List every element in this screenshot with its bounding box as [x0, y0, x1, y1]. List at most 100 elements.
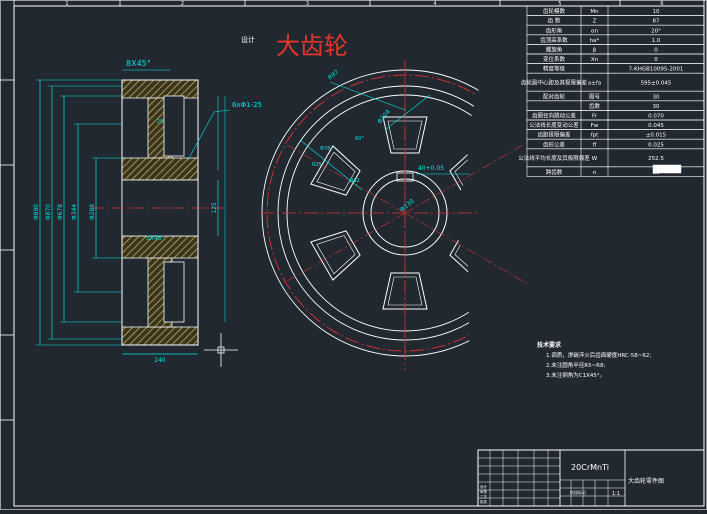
front-dim-hole: Φ78 [320, 146, 330, 152]
param-symbol: Mn [590, 9, 599, 15]
tech-item: 3.未注倒角为C1X45°。 [546, 371, 605, 379]
param-value: ±0.015 [646, 133, 667, 139]
dim-text-d_web_outer: Φ678 [57, 204, 64, 220]
param-symbol: n [593, 170, 597, 176]
front-spoke-centerline [404, 142, 527, 214]
front-view: R97Φ204R2560°Φ78R3240+0.05Φ130 [260, 60, 527, 370]
param-value: 87 [653, 19, 660, 25]
param-name: 公法线平均长度及其极限偏差 [518, 154, 590, 162]
dim-text-width: 240 [154, 357, 166, 364]
tb-role: 设计 [480, 484, 488, 489]
param-symbol: Fr [592, 114, 598, 120]
parameter-table: 齿轮模数 Mn 10 齿 数 Z 87 齿形角 αn 20° 齿顶高系数 ha* 1.0 螺旋角 β 0 变位… [518, 5, 705, 177]
tb-role: 工艺 [480, 494, 488, 499]
rim-top-hatch [121, 79, 199, 99]
tb-sheet: 1:1 [612, 491, 620, 497]
param-name: 齿圈径向跳动公差 [532, 112, 577, 120]
front-dim-r25: R25 [312, 162, 322, 168]
dim-text-hub-len: 125 [211, 202, 218, 214]
param-symbol: Fw [591, 123, 599, 129]
param-symbol: Z [593, 19, 597, 25]
param-value: 0 [654, 57, 658, 63]
param-value: 7-KHGB10095-2001 [629, 67, 684, 73]
dim-text-web: 25 [157, 119, 163, 125]
zone-number: 4 [433, 1, 436, 7]
param-name: 配对齿轮 [543, 92, 566, 100]
drawing-title: 大齿轮 [276, 32, 348, 60]
hub-upper-hatch [121, 157, 199, 181]
tech-item: 1.调质，渗碳淬火后齿面硬度HRC-58~62; [546, 351, 651, 359]
param-value: 0.025 [648, 142, 664, 148]
drawing-tag: 设计 [241, 35, 255, 44]
title-block: 20CrMnTi 大齿轮零件图 1:1 阶段标记 设计审核工艺批准 [477, 449, 705, 507]
param-symbol: ff [593, 142, 597, 148]
zone-number: 1 [65, 1, 68, 7]
param-name: 齿距极限偏差 [537, 131, 571, 139]
holes-leader [187, 109, 231, 161]
side-section-view: Φ890 Φ870 Φ678 Φ344 Φ288 8X45° 5X45° 6xΦ1-25 240… [33, 59, 262, 364]
param-value: 0.070 [648, 114, 664, 120]
param-symbol: ha* [590, 38, 600, 44]
rim-bottom-hatch [121, 326, 199, 346]
dim-text-outer_dia: Φ890 [33, 204, 40, 220]
title-block-frame [477, 449, 705, 507]
param-value: 0 [654, 48, 658, 54]
drawing-svg: 1 2 3 4 5 6设计 大齿轮Φ890 Φ870 Φ678 Φ344 Φ2888X45°5X45… [0, 0, 707, 510]
tb-role: 批准 [480, 499, 488, 504]
param-symbol: Xn [591, 57, 599, 63]
tech-requirements: 技术要求 1.调质，渗碳淬火后齿面硬度HRC-58~62; 2.未注圆角半径R5~R… [537, 341, 651, 379]
front-dim-angle: 60° [355, 136, 364, 142]
param-name: 齿 数 [548, 17, 561, 25]
param-value: 30 [653, 94, 660, 100]
front-spoke-centerline [404, 212, 527, 284]
param-name: 齿轮模数 [543, 7, 566, 15]
param-value: 0.045 [648, 123, 664, 129]
param-name: 齿形角 [546, 26, 563, 34]
param-value: 10 [653, 9, 660, 15]
value-mask [652, 164, 682, 174]
zone-number: 2 [181, 1, 184, 7]
param-name: 螺旋角 [546, 46, 563, 54]
dim-text-d_web_inner: Φ344 [71, 204, 78, 220]
tb-drawing-name: 大齿轮零件图 [628, 477, 664, 485]
param-value: 30 [653, 104, 660, 110]
param-symbol: 齿数 [589, 102, 601, 110]
param-value: 20° [651, 28, 661, 34]
front-leader-3 [299, 139, 363, 191]
param-symbol: αn [591, 28, 599, 34]
zone-number: 3 [306, 1, 309, 7]
tb-role: 审核 [480, 489, 488, 494]
param-row [526, 100, 705, 111]
dim-chamfer-mid: 5X45° [146, 235, 165, 242]
param-symbol: 图号 [589, 92, 601, 100]
dim-text-d_hub: Φ288 [89, 204, 96, 220]
dim-text-d_root: Φ870 [45, 204, 52, 220]
param-name: 精度等级 [543, 65, 566, 73]
drawing-canvas[interactable]: 1 2 3 4 5 6 设计 大齿轮 Φ890 Φ870 Φ678 Φ344 Φ288 8X45° 5X45… [0, 0, 707, 510]
param-value: 595±0.045 [641, 81, 672, 87]
front-dim-keyway: 40+0.05 [418, 165, 444, 172]
param-name: 齿轮副中心距及其极限偏差 [521, 79, 588, 87]
front-leader-2 [384, 94, 431, 131]
param-symbol: W [592, 156, 598, 162]
tb-material: 20CrMnTi [571, 463, 609, 472]
param-name: 公法线长度变动公差 [529, 121, 579, 129]
param-symbol: fpt [591, 133, 599, 139]
front-dim-r97: R97 [327, 68, 341, 81]
front-spoke-centerline [283, 212, 406, 284]
cad-cursor [204, 333, 238, 367]
param-value: 1.0 [652, 38, 661, 44]
param-name: 变位系数 [543, 55, 566, 63]
tb-stage: 阶段标记 [570, 489, 586, 495]
front-dim-bore: Φ130 [399, 198, 416, 214]
param-name: 齿形公差 [543, 140, 566, 148]
param-name: 跨齿数 [546, 168, 563, 176]
param-name: 齿顶高系数 [540, 36, 568, 44]
dim-holes: 6xΦ1-25 [232, 101, 262, 109]
param-symbol: a±fa [588, 81, 601, 87]
tech-item: 2.未注圆角半径R5~R8; [546, 361, 605, 369]
param-symbol: β [593, 48, 597, 54]
dim-chamfer-top: 8X45° [126, 59, 151, 68]
web-hole-upper [163, 95, 185, 157]
sheet-edge [0, 0, 707, 510]
